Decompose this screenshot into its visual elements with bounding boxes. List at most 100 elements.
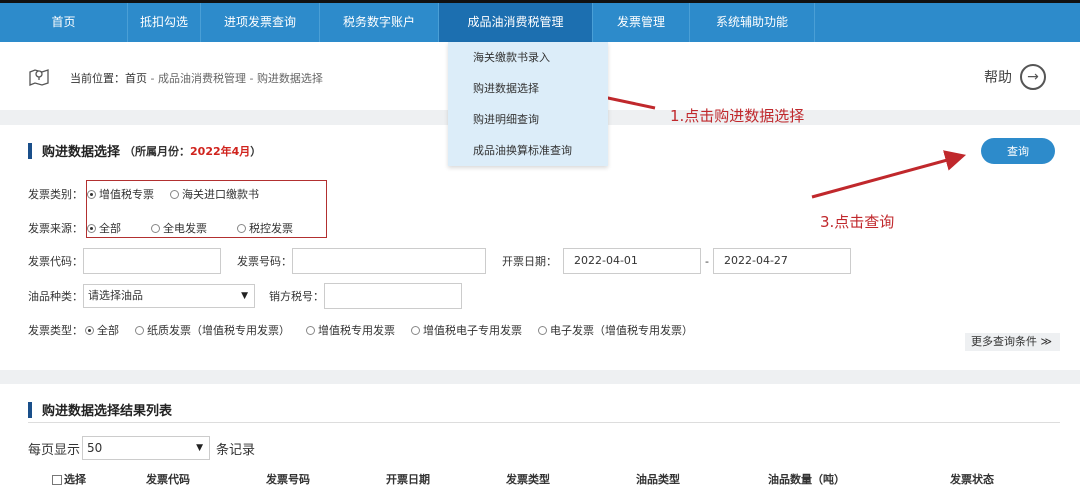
- breadcrumb-sep: -: [147, 72, 158, 85]
- invoice-number-label: 发票号码：: [237, 255, 292, 268]
- help-button[interactable]: 帮助 →: [984, 64, 1046, 90]
- nav-input-invoice-query[interactable]: 进项发票查询: [201, 3, 320, 42]
- code-number-date-row: 发票代码： 发票号码： 开票日期： 2022-04-01 - 2022-04-2…: [28, 248, 851, 274]
- col-label: 选择: [64, 473, 86, 486]
- radio-dot: [170, 189, 179, 199]
- breadcrumb-sep: -: [245, 72, 257, 85]
- col-oil-type: 油品类型: [636, 473, 680, 486]
- radio-label: 纸质发票（增值税专用发票）: [147, 324, 290, 337]
- radio-label: 增值税专票: [99, 188, 154, 201]
- menu-item-purchase-detail-query[interactable]: 购进明细查询: [448, 104, 608, 135]
- section-title: 购进数据选择 （所属月份：2022年4月）: [28, 141, 261, 160]
- breadcrumb-current: 购进数据选择: [256, 72, 323, 85]
- invoice-source-label: 发票来源：: [28, 222, 83, 235]
- col-invoice-code: 发票代码: [146, 473, 190, 486]
- menu-item-customs-entry[interactable]: 海关缴款书录入: [448, 42, 608, 73]
- radio-label: 增值税专用发票: [318, 324, 395, 337]
- radio-type-all[interactable]: 全部: [85, 322, 119, 338]
- radio-vat-special[interactable]: 增值税专票: [87, 186, 154, 202]
- results-table-header: 选择 发票代码 发票号码 开票日期 发票类型 油品类型 油品数量（吨） 发票状态: [28, 466, 1060, 494]
- location-map-icon: [29, 69, 49, 86]
- invoice-source-row: 发票来源： 全部 全电发票 税控发票: [28, 220, 293, 236]
- oil-seller-row: 油品种类： 请选择油品 ▼ 销方税号：: [28, 283, 462, 309]
- month-suffix: ）: [250, 144, 262, 158]
- radio-label: 海关进口缴款书: [182, 188, 259, 201]
- invoice-number-input[interactable]: [292, 248, 486, 274]
- col-invoice-status: 发票状态: [950, 473, 994, 486]
- col-oil-quantity: 油品数量（吨）: [768, 473, 845, 486]
- section-title-text: 购进数据选择: [42, 145, 121, 160]
- invoice-code-input[interactable]: [83, 248, 221, 274]
- nav-system-tools[interactable]: 系统辅助功能: [690, 3, 815, 42]
- radio-label: 增值税电子专用发票: [423, 324, 522, 337]
- radio-dot: [538, 325, 547, 335]
- radio-dot: [85, 325, 94, 335]
- issue-date-from-input[interactable]: 2022-04-01: [563, 248, 701, 274]
- divider: [28, 422, 1060, 423]
- radio-label: 电子发票（增值税专用发票）: [550, 324, 693, 337]
- dropdown-arrow-icon: ▼: [196, 443, 204, 453]
- seller-tax-id-label: 销方税号：: [269, 290, 324, 303]
- per-page-suffix: 条记录: [216, 442, 256, 458]
- per-page-label: 每页显示: [28, 442, 81, 458]
- results-title-text: 购进数据选择结果列表: [42, 404, 173, 419]
- seller-tax-id-input[interactable]: [324, 283, 462, 309]
- oil-tax-dropdown-menu: 海关缴款书录入 购进数据选择 购进明细查询 成品油换算标准查询: [448, 42, 608, 166]
- radio-type-vat-electronic-special[interactable]: 增值税电子专用发票: [411, 322, 522, 338]
- col-issue-date: 开票日期: [386, 473, 430, 486]
- radio-dot: [411, 325, 420, 335]
- dropdown-arrow-icon: ▼: [241, 291, 248, 301]
- radio-label: 全部: [97, 324, 119, 337]
- radio-source-tax-control[interactable]: 税控发票: [237, 220, 293, 236]
- help-label: 帮助: [984, 70, 1012, 86]
- invoice-type-label: 发票类型：: [28, 324, 83, 337]
- radio-dot: [135, 325, 144, 335]
- nav-home[interactable]: 首页: [0, 3, 128, 42]
- select-all-checkbox[interactable]: [52, 475, 62, 485]
- annotation-step1: 1.点击购进数据选择: [670, 107, 805, 125]
- nav-tax-digital-account[interactable]: 税务数字账户: [320, 3, 439, 42]
- arrow-right-circle-icon: →: [1020, 64, 1046, 90]
- results-panel: 购进数据选择结果列表 每页显示 50 ▼ 条记录 选择 发票代码 发票号码 开票日…: [0, 384, 1080, 494]
- radio-type-paper-vat[interactable]: 纸质发票（增值税专用发票）: [135, 322, 290, 338]
- results-title: 购进数据选择结果列表: [28, 400, 172, 419]
- menu-item-purchase-data-select[interactable]: 购进数据选择: [448, 73, 608, 104]
- oil-type-value: 请选择油品: [88, 289, 143, 302]
- month-value: 2022年4月: [190, 144, 251, 158]
- radio-dot: [151, 223, 160, 233]
- radio-dot: [306, 325, 315, 335]
- issue-date-label: 开票日期：: [502, 255, 557, 268]
- radio-label: 税控发票: [249, 222, 293, 235]
- issue-date-to-input[interactable]: 2022-04-27: [712, 248, 851, 274]
- menu-item-conversion-standard-query[interactable]: 成品油换算标准查询: [448, 135, 608, 166]
- title-bar: [28, 401, 32, 418]
- annotation-step3: 3.点击查询: [820, 213, 895, 231]
- breadcrumb-oil-tax[interactable]: 成品油消费税管理: [158, 72, 246, 85]
- radio-type-vat-special[interactable]: 增值税专用发票: [306, 322, 395, 338]
- per-page-select[interactable]: 50 ▼: [82, 436, 211, 460]
- col-invoice-number: 发票号码: [266, 473, 310, 486]
- radio-type-e-invoice[interactable]: 电子发票（增值税专用发票）: [538, 322, 693, 338]
- breadcrumb-home[interactable]: 当前位置：首页: [70, 72, 147, 85]
- radio-customs-import[interactable]: 海关进口缴款书: [170, 186, 259, 202]
- query-button[interactable]: 查询: [981, 138, 1055, 164]
- invoice-category-row: 发票类别： 增值税专票 海关进口缴款书: [28, 186, 259, 202]
- radio-source-all[interactable]: 全部: [87, 220, 121, 236]
- invoice-code-label: 发票代码：: [28, 255, 83, 268]
- date-separator: -: [705, 254, 709, 268]
- period-month: （所属月份：2022年4月）: [124, 143, 261, 159]
- radio-dot: [87, 189, 96, 199]
- title-bar: [28, 142, 32, 159]
- radio-label: 全电发票: [163, 222, 207, 235]
- nav-invoice-management[interactable]: 发票管理: [593, 3, 690, 42]
- radio-label: 全部: [99, 222, 121, 235]
- oil-type-label: 油品种类：: [28, 290, 83, 303]
- col-select[interactable]: 选择: [52, 466, 86, 494]
- invoice-category-label: 发票类别：: [28, 188, 83, 201]
- nav-oil-tax-management[interactable]: 成品油消费税管理: [439, 3, 593, 42]
- nav-deduction-check[interactable]: 抵扣勾选: [128, 3, 201, 42]
- invoice-type-row: 发票类型： 全部 纸质发票（增值税专用发票） 增值税专用发票 增值税电子专用发票…: [28, 322, 693, 338]
- more-conditions-toggle[interactable]: 更多查询条件 ≫: [965, 333, 1060, 351]
- radio-source-fully-digital[interactable]: 全电发票: [151, 220, 207, 236]
- oil-type-select[interactable]: 请选择油品 ▼: [83, 284, 255, 308]
